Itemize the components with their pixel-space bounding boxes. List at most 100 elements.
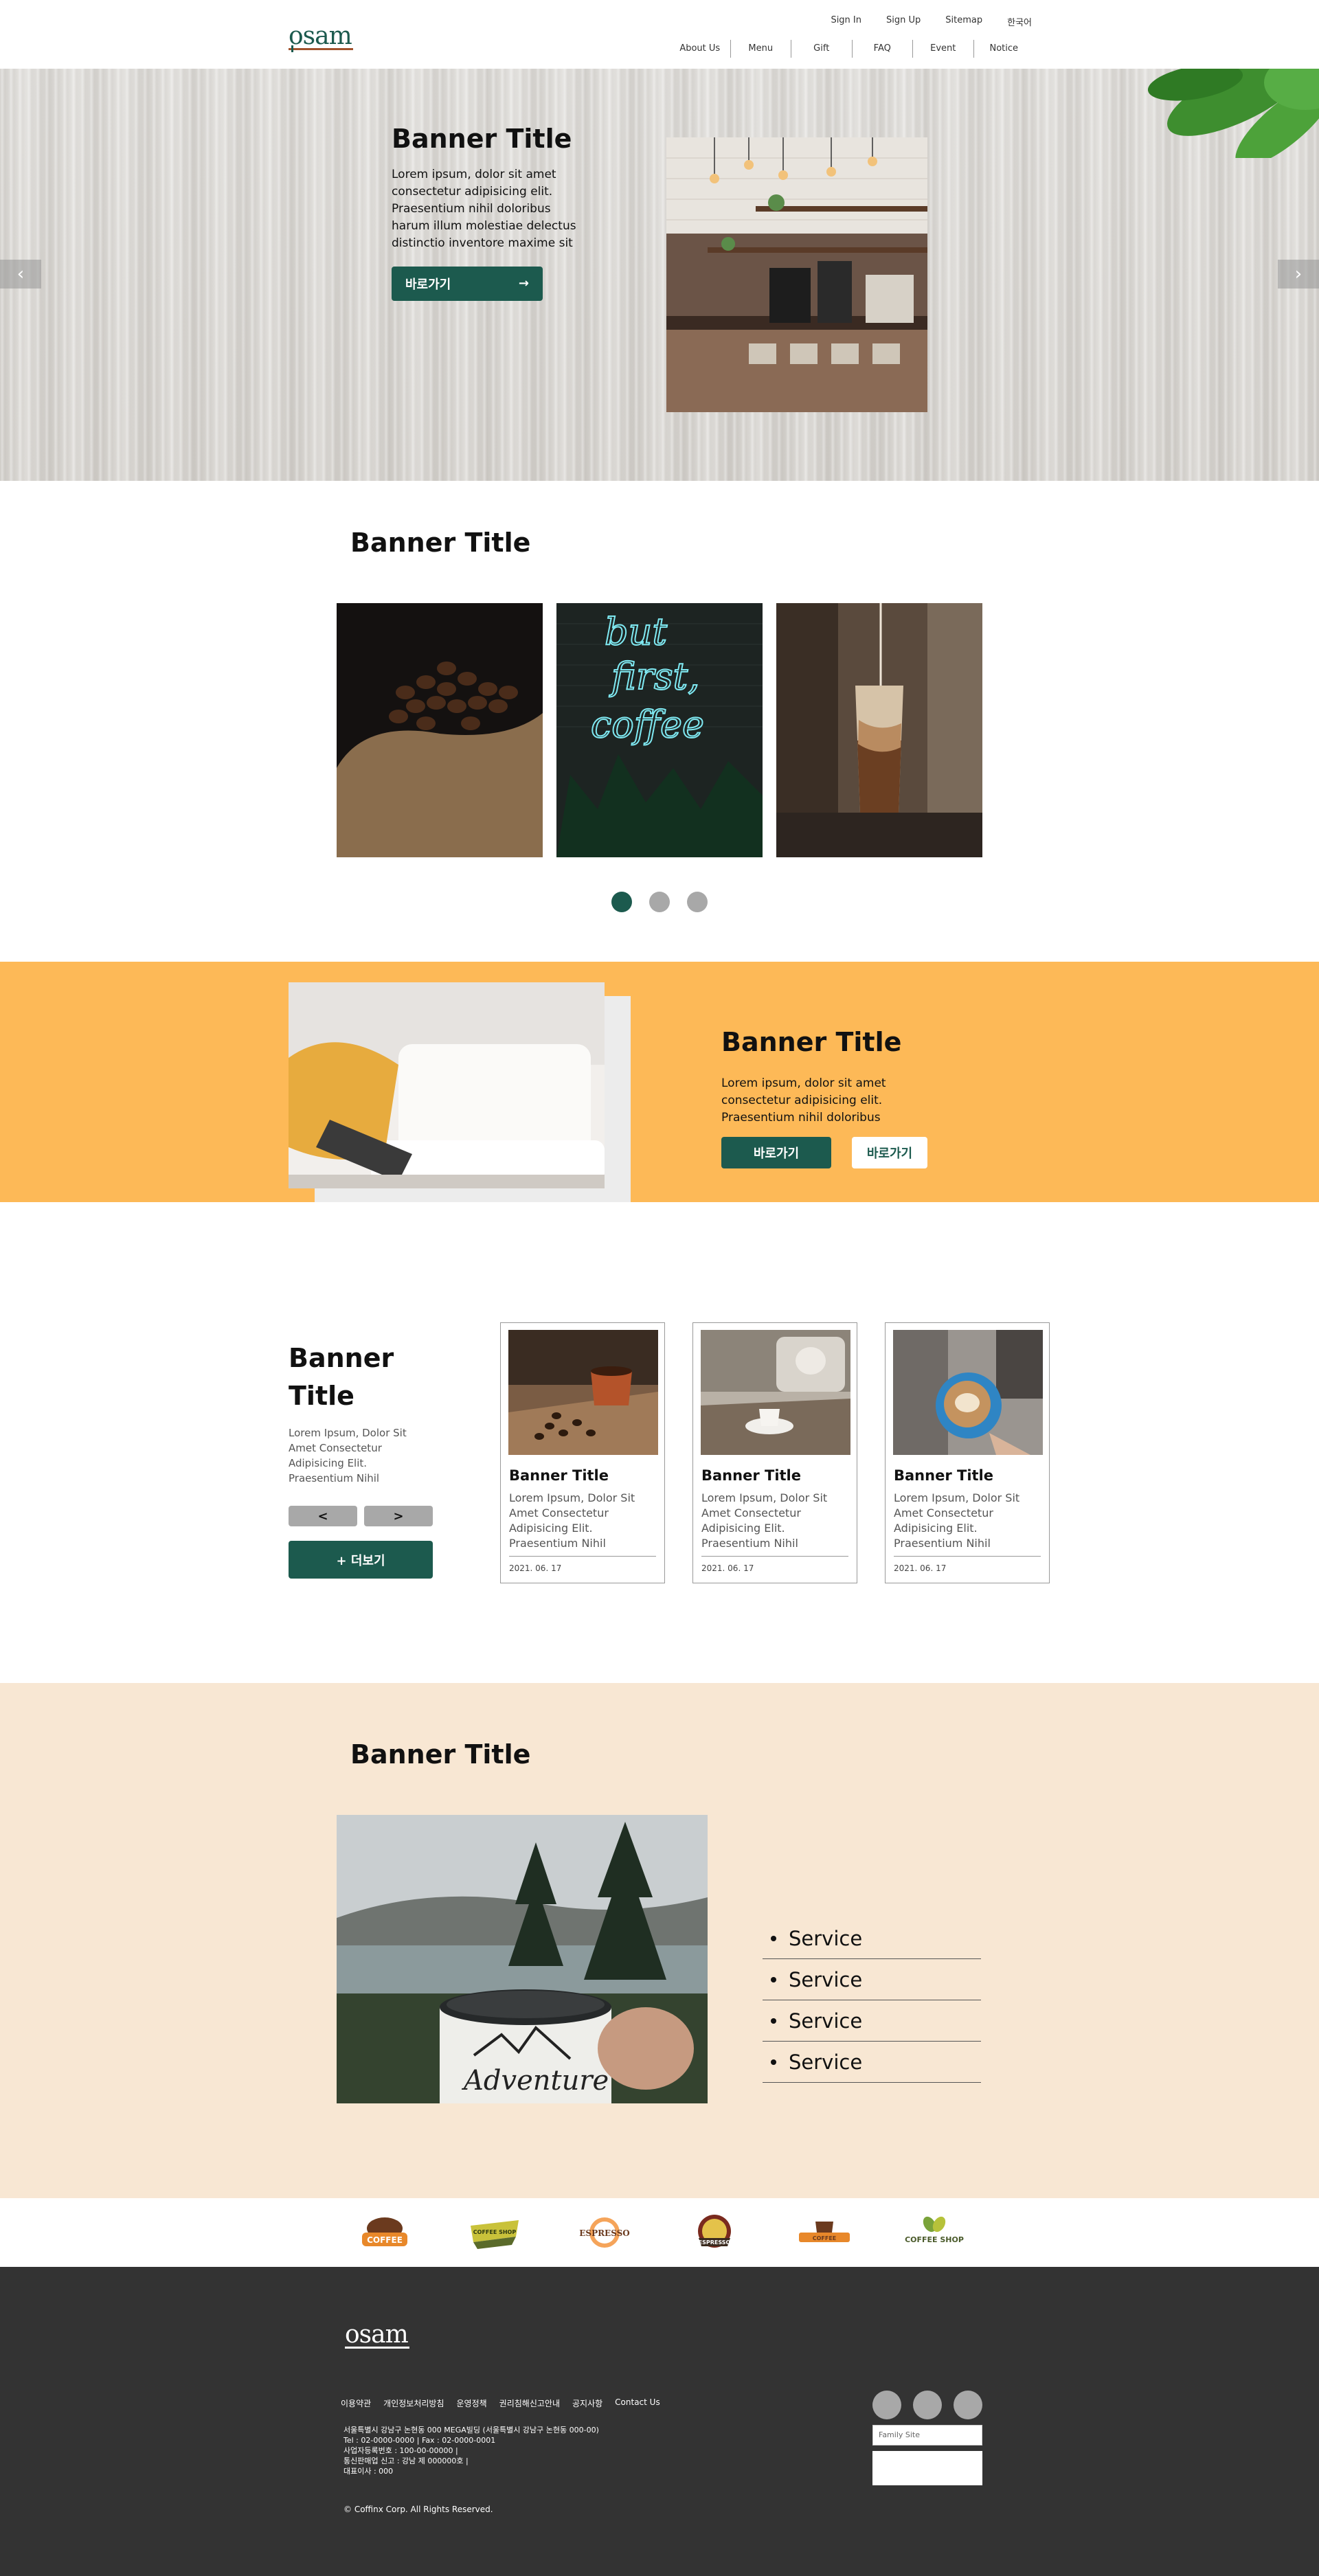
gallery-dot-1[interactable] — [611, 892, 632, 912]
company-ceo: 대표이사 : 000 — [343, 2467, 394, 2476]
hero-title: Banner Title — [392, 124, 572, 154]
footer-links: 이용약관 개인정보처리방침 운영정책 권리침해신고안내 공지사항 Contact… — [341, 2397, 660, 2409]
hero-prev-arrow[interactable]: ‹ — [0, 260, 41, 289]
service-item[interactable]: Service — [763, 1959, 981, 2000]
svg-text:ESPRESSO: ESPRESSO — [699, 2239, 731, 2246]
nav-menu[interactable]: Menu — [731, 40, 791, 58]
news-title: Banner Title — [289, 1343, 394, 1411]
svg-text:COFFEE SHOP: COFFEE SHOP — [473, 2229, 517, 2235]
nav-about-us[interactable]: About Us — [670, 40, 731, 58]
news-card[interactable]: Banner Title Lorem Ipsum, Dolor Sit Amet… — [885, 1322, 1050, 1583]
coffee-cup-beans-photo — [508, 1330, 658, 1455]
bullet-icon — [771, 2059, 776, 2065]
neon-sign-photo[interactable]: but first, coffee — [556, 603, 763, 857]
cafe-table-photo — [701, 1330, 850, 1455]
bullet-icon — [771, 1977, 776, 1982]
sns-icon[interactable] — [954, 2391, 982, 2419]
feature-text: Lorem ipsum, dolor sit amet consectetur … — [721, 1076, 886, 1125]
cafe-interior-photo — [666, 137, 927, 412]
company-address: 서울특별시 강남구 논현동 000 MEGA빌딩 (서울특별시 강남구 논현동 … — [343, 2426, 599, 2434]
family-site-select[interactable]: Family Site — [872, 2425, 982, 2445]
bullet-icon — [771, 1936, 776, 1941]
bullet-icon — [771, 2018, 776, 2024]
card-divider — [509, 1556, 656, 1557]
nav-faq[interactable]: FAQ — [853, 40, 913, 58]
site-header: osam Sign In Sign Up Sitemap 한국어 About U… — [0, 0, 1319, 69]
sign-in-link[interactable]: Sign In — [831, 15, 861, 28]
footer-link-policy[interactable]: 운영정책 — [457, 2397, 487, 2409]
footer-link-privacy[interactable]: 개인정보처리방침 — [383, 2397, 444, 2409]
card-text: Lorem Ipsum, Dolor Sit Amet Consectetur … — [509, 1491, 635, 1550]
service-label: Service — [789, 1927, 863, 1950]
services-title: Banner Title — [350, 1739, 531, 1770]
hero-next-arrow[interactable]: › — [1278, 260, 1319, 289]
feature-go-button[interactable]: 바로가기 — [721, 1137, 831, 1168]
gallery-dot-3[interactable] — [687, 892, 708, 912]
brand-logo-espresso[interactable]: ESPRESSO — [574, 2213, 635, 2252]
footer-link-contact[interactable]: Contact Us — [615, 2397, 660, 2409]
copyright: © Coffinx Corp. All Rights Reserved. — [343, 2505, 493, 2514]
news-card[interactable]: Banner Title Lorem Ipsum, Dolor Sit Amet… — [692, 1322, 857, 1583]
card-divider — [701, 1556, 848, 1557]
gallery-dot-2[interactable] — [649, 892, 670, 912]
blue-cup-latte-photo — [893, 1330, 1043, 1455]
feature-title: Banner Title — [721, 1027, 902, 1057]
nav-notice[interactable]: Notice — [974, 40, 1035, 58]
brand-logo-coffee-shop[interactable]: COFFEE SHOP — [464, 2213, 526, 2252]
leaves-decoration — [1147, 69, 1319, 158]
card-title: Banner Title — [509, 1467, 609, 1484]
company-info: 서울특별시 강남구 논현동 000 MEGA빌딩 (서울특별시 강남구 논현동 … — [343, 2425, 599, 2476]
footer-logo[interactable]: osam — [343, 2316, 412, 2355]
brand-logo[interactable]: osam — [287, 18, 356, 56]
brand-logo-coffee[interactable]: COFFEE — [354, 2213, 416, 2252]
company-registration: 사업자등록번호 : 100-00-00000 | — [343, 2446, 458, 2455]
nav-event[interactable]: Event — [913, 40, 974, 58]
service-item[interactable]: Service — [763, 2042, 981, 2083]
card-date: 2021. 06. 17 — [894, 1563, 947, 1573]
brand-logo-coffee-cup[interactable]: COFFEE — [793, 2213, 855, 2252]
footer-link-report[interactable]: 권리침해신고안내 — [499, 2397, 560, 2409]
footer-link-terms[interactable]: 이용약관 — [341, 2397, 371, 2409]
news-more-button[interactable]: + 더보기 — [289, 1541, 433, 1579]
svg-text:osam: osam — [345, 2320, 409, 2349]
sns-icon[interactable] — [913, 2391, 942, 2419]
feature-section — [0, 962, 1319, 1202]
adventure-mug-photo: Adventure — [337, 1815, 708, 2103]
news-next-button[interactable]: > — [364, 1506, 433, 1526]
coffee-beans-photo[interactable] — [337, 603, 543, 857]
service-item[interactable]: Service — [763, 1918, 981, 1959]
sitemap-link[interactable]: Sitemap — [945, 15, 982, 28]
sns-icon[interactable] — [872, 2391, 901, 2419]
main-nav: About Us Menu Gift FAQ Event Notice — [670, 40, 1034, 58]
footer-link-notice[interactable]: 공지사항 — [572, 2397, 602, 2409]
site-footer — [0, 2267, 1319, 2576]
svg-text:COFFEE: COFFEE — [813, 2235, 837, 2241]
company-phone: Tel : 02-0000-0000 | Fax : 02-0000-0001 — [343, 2436, 496, 2445]
card-divider — [894, 1556, 1041, 1557]
iced-latte-photo[interactable] — [776, 603, 982, 857]
card-text: Lorem Ipsum, Dolor Sit Amet Consectetur … — [894, 1491, 1020, 1550]
language-link[interactable]: 한국어 — [1007, 15, 1032, 28]
news-prev-button[interactable]: < — [289, 1506, 357, 1526]
news-card[interactable]: Banner Title Lorem Ipsum, Dolor Sit Amet… — [500, 1322, 665, 1583]
feature-go-button-secondary[interactable]: 바로가기 — [852, 1137, 927, 1168]
card-title: Banner Title — [701, 1467, 801, 1484]
partner-brands — [0, 2198, 1319, 2267]
brand-logo-espresso-badge[interactable]: ESPRESSO — [684, 2213, 745, 2252]
brand-logo-coffee-shop-leaf[interactable]: COFFEE SHOP — [903, 2213, 965, 2252]
company-ecommerce-license: 통신판매업 신고 : 강남 제 000000호 | — [343, 2456, 469, 2465]
hero-go-button[interactable]: 바로가기 → — [392, 267, 543, 301]
card-title: Banner Title — [894, 1467, 993, 1484]
svg-text:Adventure: Adventure — [461, 2065, 609, 2097]
service-label: Service — [789, 1968, 863, 1991]
laptop-sofa-photo — [289, 982, 605, 1188]
svg-text:but: but — [605, 610, 667, 653]
service-label: Service — [789, 2009, 863, 2033]
sign-up-link[interactable]: Sign Up — [886, 15, 921, 28]
service-item[interactable]: Service — [763, 2000, 981, 2042]
news-text: Lorem Ipsum, Dolor Sit Amet Consectetur … — [289, 1427, 407, 1484]
gallery-title: Banner Title — [350, 528, 531, 558]
nav-gift[interactable]: Gift — [791, 40, 853, 58]
card-date: 2021. 06. 17 — [701, 1563, 754, 1573]
arrow-right-icon: → — [518, 276, 529, 291]
